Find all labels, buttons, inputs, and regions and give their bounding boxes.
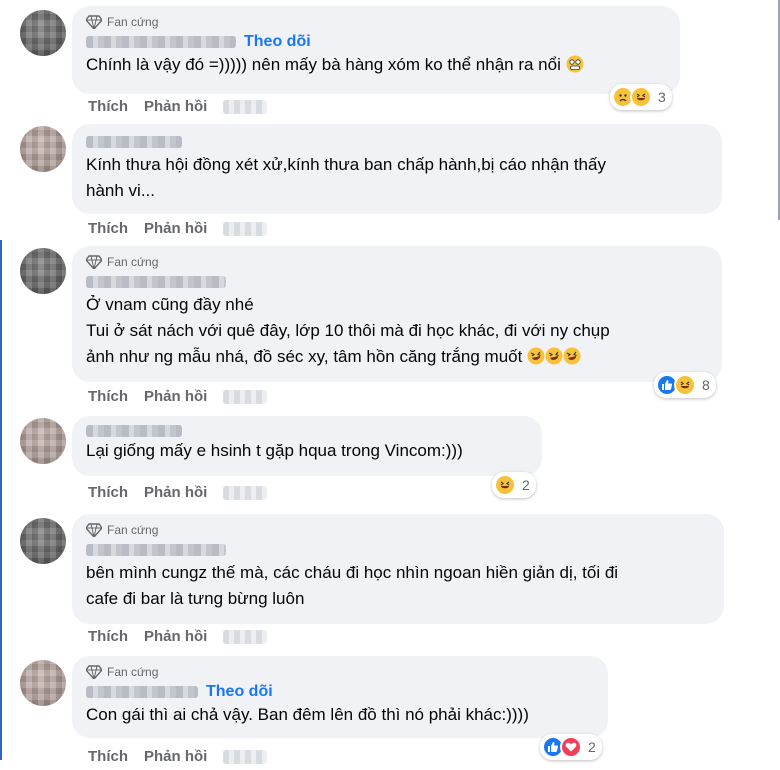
reaction-summary[interactable]: 8 bbox=[654, 372, 716, 398]
fan-badge: Fan cứng bbox=[86, 522, 710, 538]
like-button[interactable]: Thích bbox=[88, 98, 128, 115]
author-name[interactable] bbox=[86, 36, 236, 48]
diamond-icon bbox=[86, 15, 102, 29]
comment-bubble: Lại giống mấy e hsinh t gặp hqua trong V… bbox=[72, 416, 542, 476]
reaction-count: 2 bbox=[522, 477, 530, 493]
rolling-laughing-icon bbox=[563, 347, 581, 365]
author-name[interactable] bbox=[86, 136, 182, 148]
comment-bubble: Fan cứng Theo dõi Con gái thì ai chả vậy… bbox=[72, 656, 608, 738]
reaction-count: 2 bbox=[588, 739, 596, 755]
haha-reaction-icon bbox=[674, 374, 696, 396]
haha-reaction-icon bbox=[494, 474, 516, 496]
reply-button[interactable]: Phản hồi bbox=[144, 748, 207, 765]
comment-text: bên mình cungz thế mà, các cháu đi học n… bbox=[86, 563, 619, 608]
rolling-laughing-icon bbox=[527, 347, 545, 365]
comment-actions: Thích Phản hồi bbox=[88, 484, 268, 501]
comment-actions: Thích Phản hồi bbox=[88, 98, 268, 115]
comment-actions: Thích Phản hồi bbox=[88, 388, 268, 405]
diamond-icon bbox=[86, 255, 102, 269]
fan-badge-label: Fan cứng bbox=[107, 523, 159, 537]
fan-badge: Fan cứng bbox=[86, 664, 594, 680]
comment-bubble: Kính thưa hội đồng xét xử,kính thưa ban … bbox=[72, 124, 722, 214]
follow-link[interactable]: Theo dõi bbox=[206, 683, 273, 701]
avatar[interactable] bbox=[20, 126, 66, 172]
like-button[interactable]: Thích bbox=[88, 484, 128, 501]
avatar[interactable] bbox=[20, 248, 66, 294]
like-button[interactable]: Thích bbox=[88, 628, 128, 645]
diamond-icon bbox=[86, 523, 102, 537]
timestamp[interactable] bbox=[223, 749, 268, 764]
reply-button[interactable]: Phản hồi bbox=[144, 220, 207, 237]
fan-badge-label: Fan cứng bbox=[107, 665, 159, 679]
avatar[interactable] bbox=[20, 418, 66, 464]
diamond-icon bbox=[86, 665, 102, 679]
comment-text: Chính là vậy đó =))))) nên mấy bà hàng x… bbox=[86, 52, 666, 78]
reply-button[interactable]: Phản hồi bbox=[144, 388, 207, 405]
author-name[interactable] bbox=[86, 544, 226, 556]
comment-bubble: Fan cứng bên mình cungz thế mà, các cháu… bbox=[72, 514, 724, 624]
reply-button[interactable]: Phản hồi bbox=[144, 98, 207, 115]
fan-badge: Fan cứng bbox=[86, 254, 708, 270]
avatar[interactable] bbox=[20, 660, 66, 706]
timestamp[interactable] bbox=[223, 389, 268, 404]
author-name[interactable] bbox=[86, 276, 226, 288]
comment-bubble: Fan cứng Theo dõi Chính là vậy đó =)))))… bbox=[72, 6, 680, 94]
comment-bubble: Fan cứng Ở vnam cũng đầy nhé Tui ở sát n… bbox=[72, 246, 722, 382]
love-reaction-icon bbox=[560, 736, 582, 758]
reaction-summary[interactable]: 2 bbox=[540, 734, 602, 760]
follow-link[interactable]: Theo dõi bbox=[244, 33, 311, 51]
left-edge-line bbox=[0, 240, 2, 760]
timestamp[interactable] bbox=[223, 99, 268, 114]
reply-button[interactable]: Phản hồi bbox=[144, 628, 207, 645]
author-name[interactable] bbox=[86, 425, 182, 437]
comment-text: Ở vnam cũng đầy nhé Tui ở sát nách với q… bbox=[86, 295, 610, 366]
timestamp[interactable] bbox=[223, 221, 268, 236]
reaction-count: 3 bbox=[658, 89, 666, 105]
timestamp[interactable] bbox=[223, 629, 268, 644]
reaction-summary[interactable]: 2 bbox=[492, 472, 536, 498]
haha-reaction-icon bbox=[630, 86, 652, 108]
avatar[interactable] bbox=[20, 10, 66, 56]
comment-actions: Thích Phản hồi bbox=[88, 628, 268, 645]
comment-actions: Thích Phản hồi bbox=[88, 748, 268, 765]
reply-button[interactable]: Phản hồi bbox=[144, 484, 207, 501]
reaction-count: 8 bbox=[702, 377, 710, 393]
timestamp[interactable] bbox=[223, 485, 268, 500]
fan-badge: Fan cứng bbox=[86, 14, 666, 30]
comment-actions: Thích Phản hồi bbox=[88, 220, 268, 237]
like-button[interactable]: Thích bbox=[88, 388, 128, 405]
fan-badge-label: Fan cứng bbox=[107, 15, 159, 29]
comment-text: Lại giống mấy e hsinh t gặp hqua trong V… bbox=[86, 441, 463, 460]
grimacing-face-icon bbox=[566, 55, 584, 73]
comment-text: Kính thưa hội đồng xét xử,kính thưa ban … bbox=[86, 155, 606, 200]
author-name[interactable] bbox=[86, 686, 198, 698]
like-button[interactable]: Thích bbox=[88, 220, 128, 237]
fan-badge-label: Fan cứng bbox=[107, 255, 159, 269]
comment-text: Con gái thì ai chả vậy. Ban đêm lên đồ t… bbox=[86, 705, 529, 724]
reaction-summary[interactable]: 3 bbox=[610, 84, 672, 110]
like-button[interactable]: Thích bbox=[88, 748, 128, 765]
avatar[interactable] bbox=[20, 518, 66, 564]
rolling-laughing-icon bbox=[545, 347, 563, 365]
